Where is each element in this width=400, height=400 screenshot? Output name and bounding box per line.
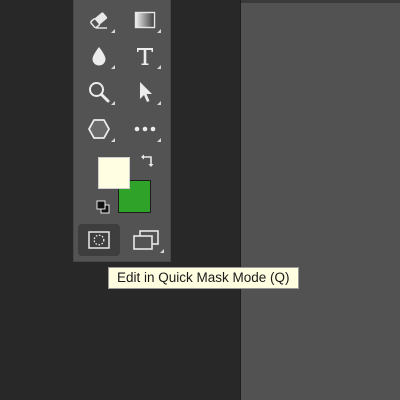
zoom-tool-button[interactable]: [81, 76, 117, 108]
submenu-indicator: [111, 138, 115, 142]
gradient-tool-button[interactable]: [127, 4, 163, 36]
canvas-top-edge: [241, 0, 400, 3]
submenu-indicator: [111, 101, 115, 105]
eraser-tool-button[interactable]: [81, 4, 117, 36]
screen-mode-icon: [133, 230, 159, 250]
submenu-indicator: [157, 65, 161, 69]
screen-mode-button[interactable]: [126, 224, 166, 256]
blur-tool-button[interactable]: [81, 40, 117, 72]
path-selection-arrow-icon: [140, 82, 152, 102]
quick-mask-mode-button[interactable]: [78, 224, 120, 256]
quick-mask-icon: [88, 231, 110, 249]
zoom-icon: [89, 82, 110, 103]
eraser-icon: [90, 12, 108, 29]
submenu-indicator: [157, 138, 161, 142]
submenu-indicator: [157, 29, 161, 33]
submenu-indicator: [111, 29, 115, 33]
path-selection-tool-button[interactable]: [127, 76, 163, 108]
hexagon-shape-icon: [88, 119, 110, 139]
foreground-color-swatch[interactable]: [98, 157, 130, 189]
submenu-indicator: [111, 65, 115, 69]
more-tools-button[interactable]: [127, 113, 163, 145]
gradient-icon: [134, 11, 156, 29]
ellipsis-icon: [134, 126, 156, 132]
tools-panel: [73, 0, 171, 262]
submenu-indicator: [160, 249, 164, 253]
blur-drop-icon: [92, 47, 106, 66]
swap-colors-icon[interactable]: [140, 153, 156, 169]
submenu-indicator: [157, 101, 161, 105]
shape-tool-button[interactable]: [81, 113, 117, 145]
type-tool-button[interactable]: [127, 40, 163, 72]
quick-mask-tooltip: Edit in Quick Mask Mode (Q): [108, 267, 299, 289]
document-canvas-area[interactable]: [240, 0, 400, 400]
type-icon: [137, 48, 153, 65]
default-colors-icon[interactable]: [96, 200, 110, 214]
